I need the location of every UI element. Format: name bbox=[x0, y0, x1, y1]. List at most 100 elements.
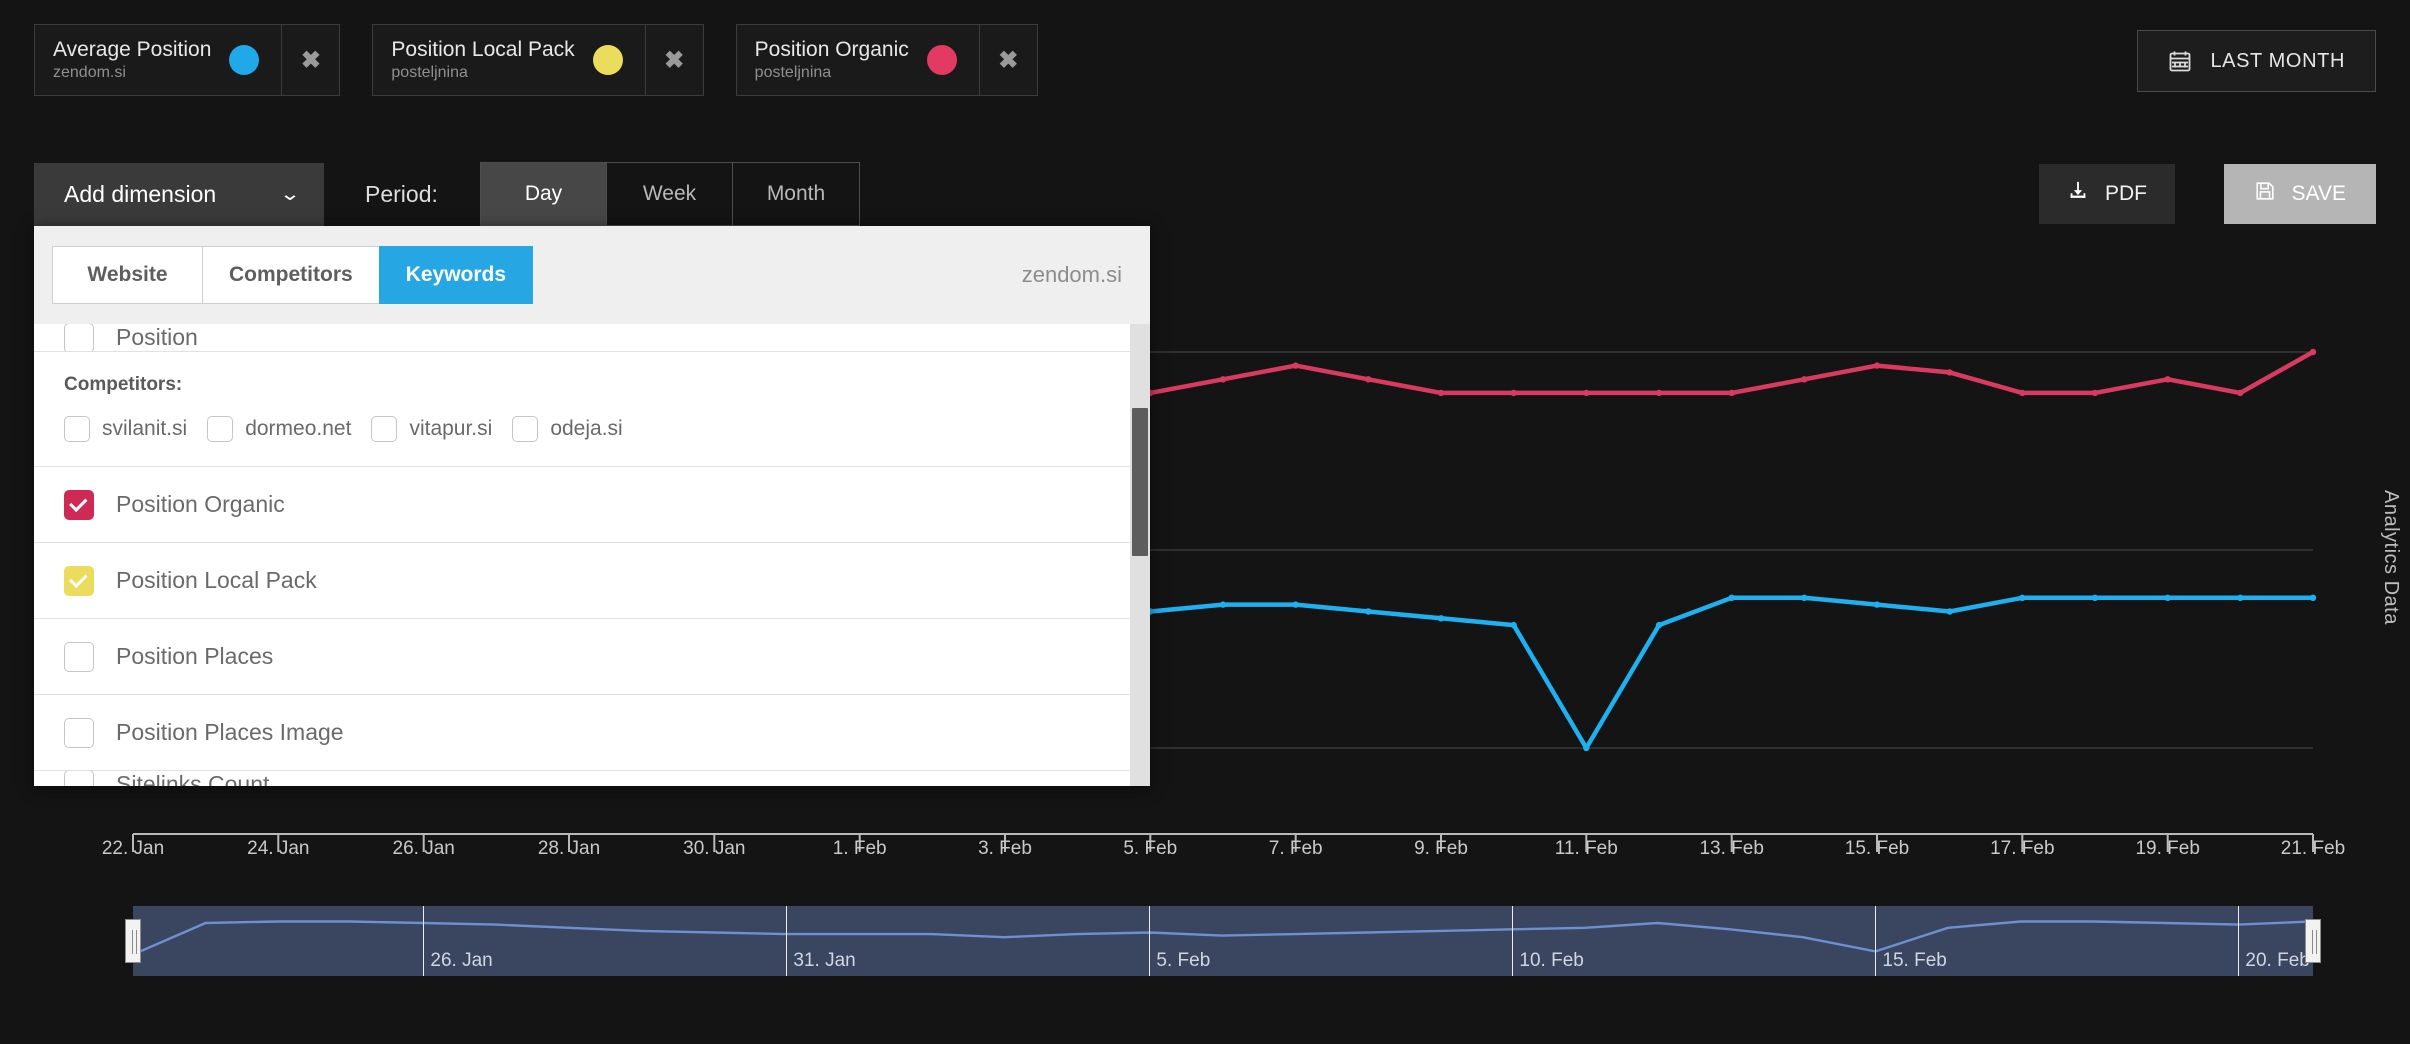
series-color-dot bbox=[927, 45, 957, 75]
checkbox[interactable] bbox=[512, 416, 538, 442]
competitor-dormeo[interactable]: dormeo.net bbox=[207, 416, 351, 442]
navigator-handle-left[interactable] bbox=[125, 919, 141, 963]
dropdown-scrollbar-thumb[interactable] bbox=[1132, 408, 1148, 556]
navigator-tick-label: 15. Feb bbox=[1875, 950, 1946, 972]
competitor-odeja[interactable]: odeja.si bbox=[512, 416, 622, 442]
x-tick-label: 7. Feb bbox=[1269, 838, 1323, 860]
checkbox[interactable] bbox=[64, 566, 94, 596]
dropdown-scrollbar[interactable] bbox=[1130, 324, 1150, 786]
chevron-down-icon: ⌄ bbox=[279, 183, 300, 206]
period-selector: Day Week Month bbox=[480, 162, 860, 226]
dimension-chip-position-local-pack[interactable]: Position Local Pack posteljnina ✖ bbox=[372, 24, 703, 96]
x-tick-label: 19. Feb bbox=[2135, 838, 2199, 860]
competitor-label: vitapur.si bbox=[409, 417, 492, 441]
x-tick-label: 30. Jan bbox=[683, 838, 745, 860]
x-tick-label: 17. Feb bbox=[1990, 838, 2054, 860]
chip-texts: Position Local Pack posteljnina bbox=[391, 39, 574, 81]
x-tick-label: 5. Feb bbox=[1123, 838, 1177, 860]
competitors-title: Competitors: bbox=[64, 374, 1120, 396]
dropdown-body: Position Competitors: svilanit.si dormeo… bbox=[34, 324, 1150, 786]
list-item-label: Position Places bbox=[116, 643, 273, 670]
dropdown-scroll-content: Position Competitors: svilanit.si dormeo… bbox=[34, 324, 1150, 786]
x-tick-label: 11. Feb bbox=[1555, 838, 1618, 860]
period-option-day[interactable]: Day bbox=[481, 163, 607, 225]
analytics-dashboard: Average Position zendom.si ✖ Position Lo… bbox=[0, 0, 2410, 1044]
chip-texts: Position Organic posteljnina bbox=[755, 39, 909, 81]
list-item-position-local-pack[interactable]: Position Local Pack bbox=[34, 543, 1150, 619]
add-dimension-button[interactable]: Add dimension ⌄ bbox=[34, 163, 324, 226]
navigator-tick-label: 5. Feb bbox=[1149, 950, 1210, 972]
checkbox[interactable] bbox=[207, 416, 233, 442]
x-tick-label: 15. Feb bbox=[1845, 838, 1909, 860]
range-navigator[interactable]: 26. Jan 31. Jan 5. Feb 10. Feb 15. Feb 20. Fe… bbox=[133, 906, 2313, 976]
checkbox[interactable] bbox=[64, 416, 90, 442]
close-icon[interactable]: ✖ bbox=[645, 25, 703, 95]
checkbox[interactable] bbox=[64, 642, 94, 672]
y-axis-title: Analytics Data bbox=[2379, 490, 2402, 625]
date-range-label: LAST MONTH bbox=[2210, 50, 2345, 73]
save-button[interactable]: SAVE bbox=[2224, 164, 2376, 224]
x-tick-label: 21. Feb bbox=[2281, 838, 2345, 860]
pdf-export-button[interactable]: PDF bbox=[2039, 164, 2175, 224]
checkbox[interactable] bbox=[64, 324, 94, 352]
list-item-label: Position Places Image bbox=[116, 719, 344, 746]
competitor-label: dormeo.net bbox=[245, 417, 351, 441]
dimension-chip-position-organic[interactable]: Position Organic posteljnina ✖ bbox=[736, 24, 1038, 96]
checkbox[interactable] bbox=[64, 718, 94, 748]
tab-website[interactable]: Website bbox=[52, 246, 202, 304]
list-item-position-organic[interactable]: Position Organic bbox=[34, 467, 1150, 543]
list-item-label: Position Organic bbox=[116, 491, 285, 518]
close-icon[interactable]: ✖ bbox=[979, 25, 1037, 95]
list-item-position-places[interactable]: Position Places bbox=[34, 619, 1150, 695]
add-dimension-dropdown: Website Competitors Keywords zendom.si P… bbox=[34, 226, 1150, 786]
checkbox[interactable] bbox=[371, 416, 397, 442]
chip-title: Average Position bbox=[53, 39, 211, 61]
checkbox[interactable] bbox=[64, 490, 94, 520]
x-tick-label: 13. Feb bbox=[1699, 838, 1763, 860]
x-tick-label: 28. Jan bbox=[538, 838, 600, 860]
chip-subtitle: posteljnina bbox=[755, 64, 909, 81]
series-color-dot bbox=[229, 45, 259, 75]
period-option-month[interactable]: Month bbox=[733, 163, 859, 225]
list-item-position-places-image[interactable]: Position Places Image bbox=[34, 695, 1150, 771]
pdf-label: PDF bbox=[2105, 182, 2147, 206]
x-tick-label: 3. Feb bbox=[978, 838, 1032, 860]
floppy-disk-icon bbox=[2254, 180, 2276, 208]
tab-keywords[interactable]: Keywords bbox=[379, 246, 533, 304]
competitor-vitapur[interactable]: vitapur.si bbox=[371, 416, 492, 442]
date-range-button[interactable]: LAST MONTH bbox=[2137, 30, 2376, 92]
x-axis-labels: 22. Jan24. Jan26. Jan28. Jan30. Jan1. Fe… bbox=[0, 838, 2410, 878]
x-tick-label: 22. Jan bbox=[102, 838, 164, 860]
x-tick-label: 26. Jan bbox=[393, 838, 455, 860]
chip-subtitle: zendom.si bbox=[53, 64, 211, 81]
calendar-icon bbox=[2168, 49, 2192, 73]
chip-texts: Average Position zendom.si bbox=[53, 39, 211, 81]
list-item-position-cut[interactable]: Position bbox=[34, 324, 1150, 352]
navigator-handle-right[interactable] bbox=[2305, 919, 2321, 963]
competitor-label: svilanit.si bbox=[102, 417, 187, 441]
chip-content: Position Local Pack posteljnina bbox=[373, 25, 644, 95]
x-tick-label: 1. Feb bbox=[833, 838, 887, 860]
competitor-svilanit[interactable]: svilanit.si bbox=[64, 416, 187, 442]
navigator-tick-label: 10. Feb bbox=[1512, 950, 1583, 972]
competitors-list: svilanit.si dormeo.net vitapur.si o bbox=[64, 416, 1120, 442]
chip-content: Average Position zendom.si bbox=[35, 25, 281, 95]
navigator-tick-label: 31. Jan bbox=[786, 950, 855, 972]
save-label: SAVE bbox=[2292, 182, 2346, 206]
list-item-bottom-cut[interactable]: Sitelinks Count bbox=[34, 771, 1150, 786]
tab-competitors[interactable]: Competitors bbox=[202, 246, 379, 304]
dropdown-tabs: Website Competitors Keywords bbox=[52, 246, 533, 304]
checkbox[interactable] bbox=[64, 771, 94, 786]
dropdown-site-label: zendom.si bbox=[1022, 262, 1122, 288]
x-tick-label: 9. Feb bbox=[1414, 838, 1468, 860]
period-label: Period: bbox=[365, 181, 438, 208]
navigator-tick-label: 20. Feb bbox=[2238, 950, 2309, 972]
list-item-label: Position Local Pack bbox=[116, 567, 317, 594]
dimension-chip-average-position[interactable]: Average Position zendom.si ✖ bbox=[34, 24, 340, 96]
dimension-chips: Average Position zendom.si ✖ Position Lo… bbox=[34, 24, 1038, 96]
navigator-tick-label: 26. Jan bbox=[423, 950, 492, 972]
period-option-week[interactable]: Week bbox=[607, 163, 733, 225]
chip-title: Position Organic bbox=[755, 39, 909, 61]
close-icon[interactable]: ✖ bbox=[281, 25, 339, 95]
list-item-label: Position bbox=[116, 324, 198, 351]
